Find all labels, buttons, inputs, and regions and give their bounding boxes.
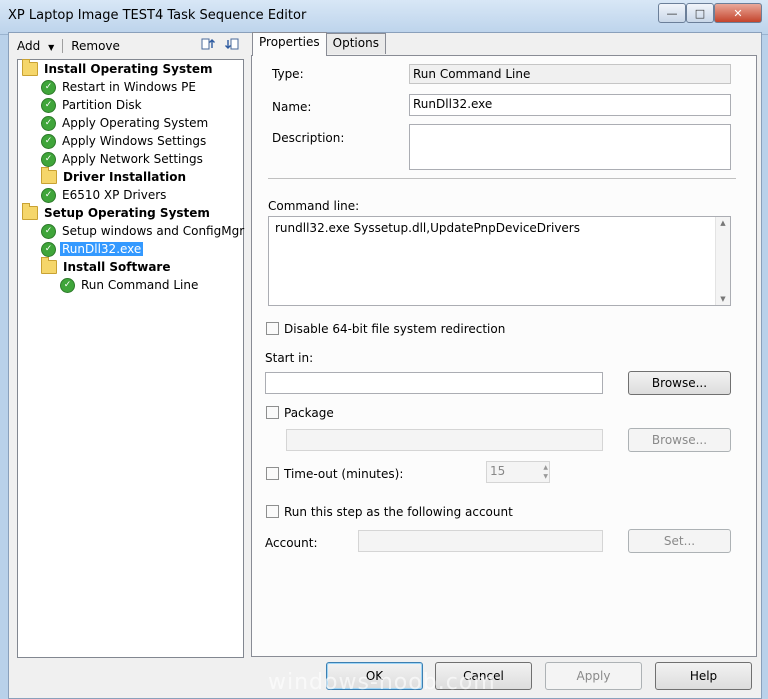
command-line-label: Command line: <box>268 199 360 213</box>
chevron-down-icon: ▼ <box>48 43 55 52</box>
checkmark-icon: ✓ <box>41 133 56 149</box>
apply-button[interactable]: Apply <box>545 662 642 690</box>
tab-properties[interactable]: Properties <box>252 32 327 56</box>
package-browse-button[interactable]: Browse... <box>628 428 731 452</box>
description-input[interactable] <box>409 124 731 170</box>
tree-item-label: Apply Windows Settings <box>62 134 207 148</box>
tree-item[interactable]: ✓ Apply Network Settings <box>41 150 205 168</box>
start-in-label: Start in: <box>265 351 314 365</box>
tree-item[interactable]: Driver Installation <box>41 167 188 186</box>
window-title: XP Laptop Image TEST4 Task Sequence Edit… <box>8 8 307 23</box>
scroll-up-icon[interactable]: ▲ <box>716 219 730 227</box>
tree-item-label: Apply Network Settings <box>62 152 203 166</box>
package-label: Package <box>284 406 334 420</box>
command-line-input[interactable]: rundll32.exe Syssetup.dll,UpdatePnpDevic… <box>268 216 731 306</box>
move-up-icon[interactable] <box>201 36 217 52</box>
checkmark-icon: ✓ <box>41 79 56 95</box>
account-input[interactable] <box>358 530 603 552</box>
timeout-value: 15 <box>490 464 506 478</box>
tree-item-label: Setup Operating System <box>44 206 210 220</box>
tree-item-label: Run Command Line <box>81 278 199 292</box>
tree-item-label: Driver Installation <box>63 170 186 184</box>
tree-item-label: Install Operating System <box>44 62 213 76</box>
checkmark-icon: ✓ <box>41 223 56 239</box>
type-field: Run Command Line <box>409 64 731 84</box>
package-checkbox[interactable] <box>266 406 279 419</box>
watermark: windows-noob.com <box>268 670 496 695</box>
command-line-scrollbar[interactable]: ▲ ▼ <box>715 217 730 305</box>
help-button[interactable]: Help <box>655 662 752 690</box>
tab-options[interactable]: Options <box>325 33 386 54</box>
task-sequence-tree[interactable]: Install Operating System ✓ Restart in Wind… <box>17 59 244 658</box>
tree-item-label: Install Software <box>63 260 171 274</box>
tree-item[interactable]: ✓ RunDll32.exe <box>41 240 144 258</box>
timeout-spinner[interactable]: 15 ▲ ▼ <box>486 461 550 483</box>
toolbar-separator <box>62 39 64 53</box>
tree-item[interactable]: Install Software <box>41 257 172 276</box>
close-button[interactable]: ✕ <box>714 3 762 23</box>
run-as-checkbox[interactable] <box>266 505 279 518</box>
tree-item[interactable]: ✓ Partition Disk <box>41 96 144 114</box>
type-label: Type: <box>272 67 304 81</box>
tree-item[interactable]: ✓ Apply Windows Settings <box>41 132 208 150</box>
maximize-button[interactable]: □ <box>686 3 714 23</box>
name-label: Name: <box>272 100 312 114</box>
tree-item-label: Partition Disk <box>62 98 142 112</box>
disable64-label: Disable 64-bit file system redirection <box>284 322 506 336</box>
tree-item-label: E6510 XP Drivers <box>62 188 167 202</box>
tree-item-label: RunDll32.exe <box>60 242 144 256</box>
tree-item-label: Setup windows and ConfigMgr <box>62 224 245 238</box>
editor-window: Add ▼ Remove Install Operating System ✓ Re… <box>8 32 762 699</box>
tree-item[interactable]: Install Operating System <box>22 59 214 78</box>
tree-item-label: Restart in Windows PE <box>62 80 196 94</box>
tree-item[interactable]: ✓ Apply Operating System <box>41 114 210 132</box>
timeout-checkbox[interactable] <box>266 467 279 480</box>
disable64-checkbox[interactable] <box>266 322 279 335</box>
remove-button[interactable]: Remove <box>65 39 126 53</box>
checkmark-icon: ✓ <box>41 241 56 257</box>
tree-item[interactable]: ✓ E6510 XP Drivers <box>41 186 168 204</box>
checkmark-icon: ✓ <box>41 187 56 203</box>
description-label: Description: <box>272 131 345 145</box>
add-label: Add <box>17 39 41 53</box>
checkmark-icon: ✓ <box>41 97 56 113</box>
folder-icon <box>22 203 38 220</box>
checkmark-icon: ✓ <box>60 277 75 293</box>
tree-item[interactable]: Setup Operating System <box>22 203 212 222</box>
timeout-label: Time-out (minutes): <box>284 467 404 481</box>
move-down-icon[interactable] <box>223 36 239 52</box>
properties-panel: Type: Run Command Line Name: RunDll32.ex… <box>251 55 757 657</box>
tree-item[interactable]: ✓ Run Command Line <box>60 276 200 294</box>
start-in-browse-button[interactable]: Browse... <box>628 371 731 395</box>
minimize-button[interactable]: — <box>658 3 686 23</box>
account-label: Account: <box>265 536 318 550</box>
start-in-input[interactable] <box>265 372 603 394</box>
package-input[interactable] <box>286 429 603 451</box>
divider <box>268 178 736 179</box>
scroll-down-icon[interactable]: ▼ <box>716 295 730 303</box>
name-input[interactable]: RunDll32.exe <box>409 94 731 116</box>
folder-icon <box>22 59 38 76</box>
set-button[interactable]: Set... <box>628 529 731 553</box>
run-as-label: Run this step as the following account <box>284 505 513 519</box>
folder-icon <box>41 257 57 274</box>
command-line-text: rundll32.exe Syssetup.dll,UpdatePnpDevic… <box>275 221 580 235</box>
add-menu[interactable]: Add ▼ <box>11 39 60 53</box>
checkmark-icon: ✓ <box>41 115 56 131</box>
checkmark-icon: ✓ <box>41 151 56 167</box>
tree-item-label: Apply Operating System <box>62 116 209 130</box>
title-bar: XP Laptop Image TEST4 Task Sequence Edit… <box>0 0 768 35</box>
tree-item[interactable]: ✓ Setup windows and ConfigMgr <box>41 222 246 240</box>
tab-strip: Properties Options <box>252 32 386 56</box>
folder-icon <box>41 167 57 184</box>
tree-item[interactable]: ✓ Restart in Windows PE <box>41 78 198 96</box>
spinner-arrows-icon[interactable]: ▲ ▼ <box>543 463 548 481</box>
